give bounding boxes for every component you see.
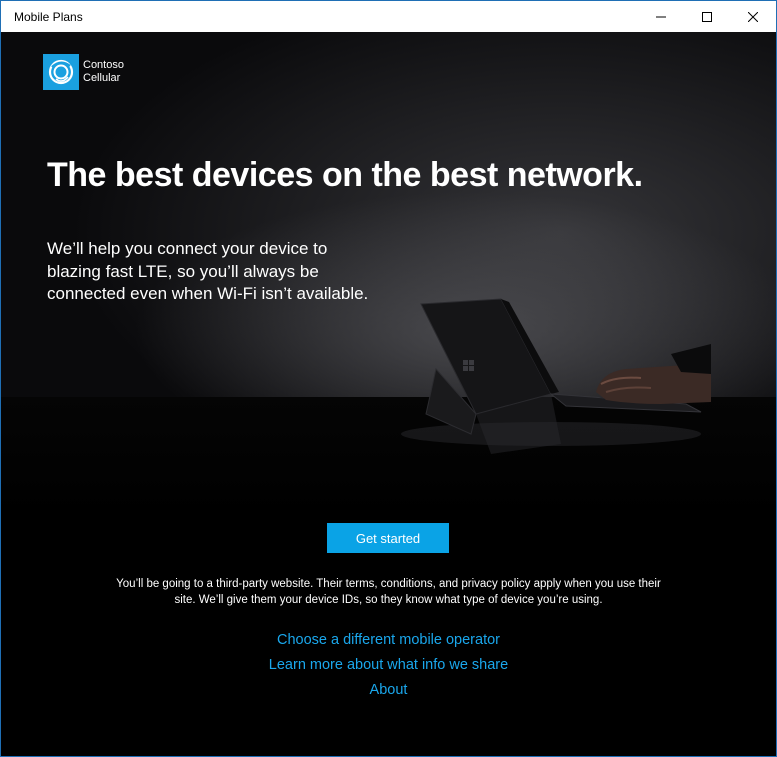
brand-name-line1: Contoso [83, 59, 124, 71]
logo-mark [43, 54, 79, 90]
brand-name-line2: Cellular [83, 72, 121, 84]
main-content: Contoso Cellular The best devices on the… [1, 32, 776, 756]
maximize-button[interactable] [684, 1, 730, 32]
brand-name: Contoso Cellular [83, 59, 124, 85]
choose-operator-link[interactable]: Choose a different mobile operator [1, 628, 776, 653]
footer-links: Choose a different mobile operator Learn… [1, 628, 776, 703]
get-started-button[interactable]: Get started [327, 523, 449, 553]
learn-more-link[interactable]: Learn more about what info we share [1, 653, 776, 678]
minimize-icon [656, 16, 666, 17]
hero-subtext: We’ll help you connect your device to bl… [47, 239, 369, 303]
contoso-ring-icon [48, 59, 74, 85]
surface-device-image [401, 298, 711, 454]
hero-headline: The best devices on the best network. [47, 156, 643, 194]
close-button[interactable] [730, 1, 776, 32]
close-icon [748, 11, 758, 22]
app-window: Mobile Plans Contoso Cellular The best d… [0, 0, 777, 757]
minimize-button[interactable] [638, 1, 684, 32]
hero-banner: Contoso Cellular The best devices on the… [1, 32, 776, 517]
window-title: Mobile Plans [14, 9, 83, 24]
brand-logo: Contoso Cellular [43, 54, 124, 90]
about-link[interactable]: About [1, 678, 776, 703]
third-party-disclaimer: You’ll be going to a third-party website… [116, 578, 661, 606]
maximize-icon [702, 11, 712, 22]
title-bar[interactable]: Mobile Plans [1, 1, 776, 32]
window-controls [638, 1, 776, 32]
